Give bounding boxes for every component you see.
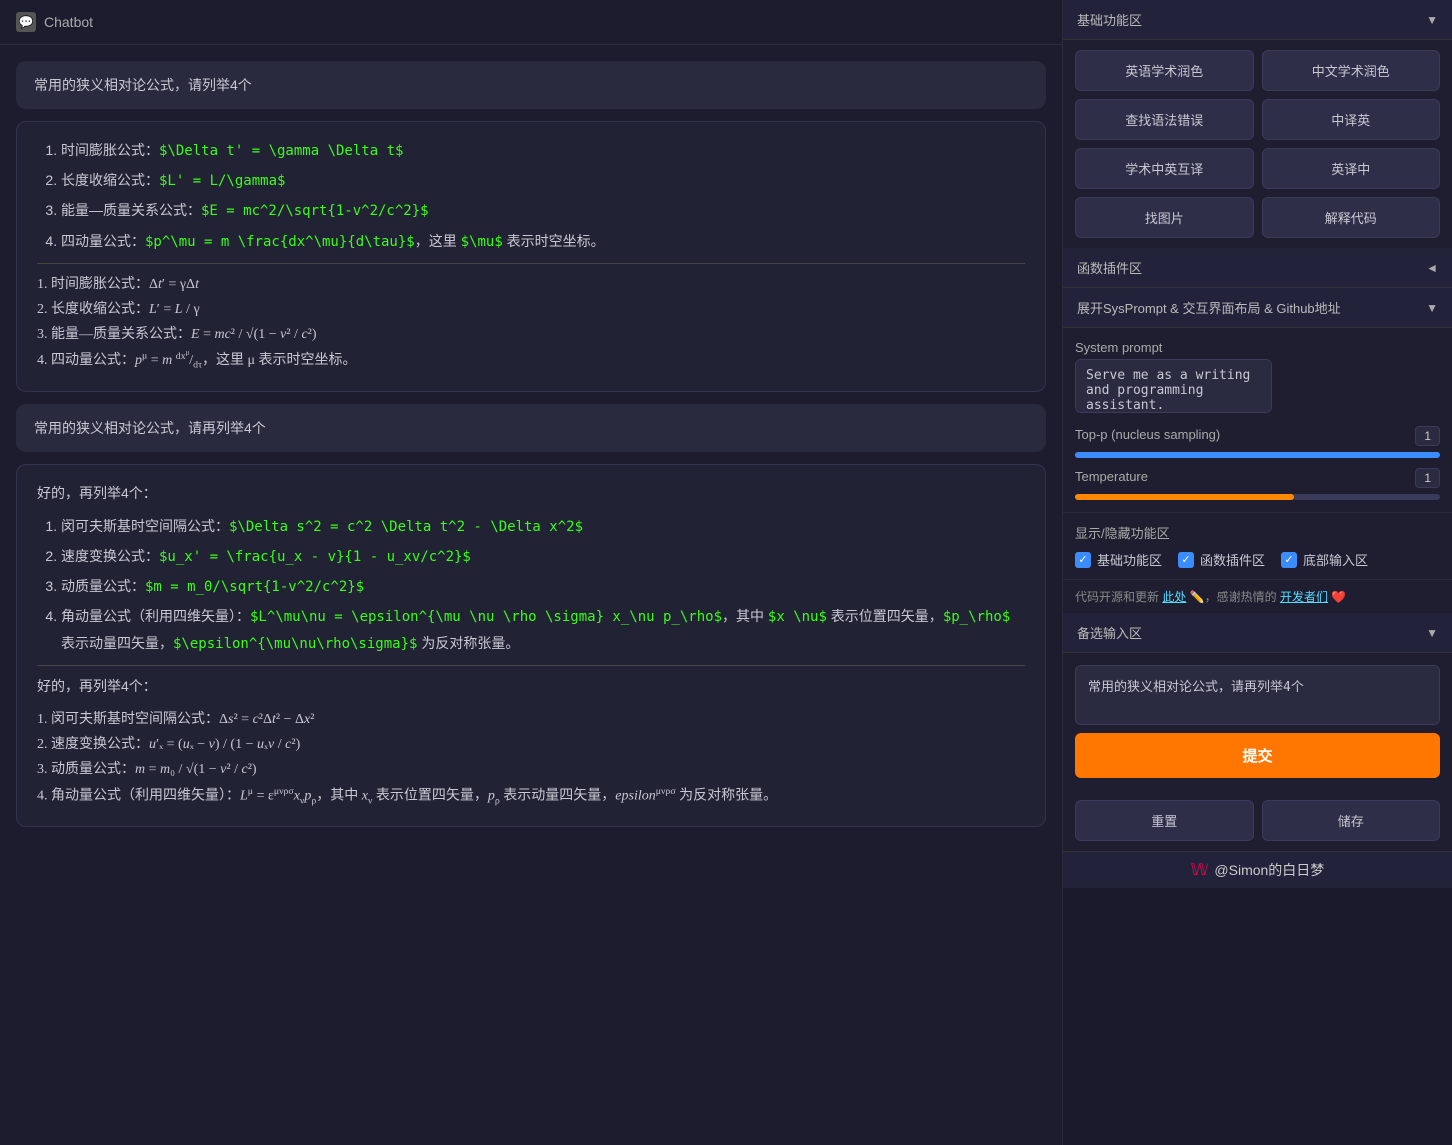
btn-academic-translate[interactable]: 学术中英互译 — [1075, 148, 1254, 189]
btn-en-to-cn[interactable]: 英译中 — [1262, 148, 1441, 189]
alt-input-title: 备选输入区 — [1077, 623, 1142, 642]
sysprompt-section-title: 展开SysPrompt & 交互界面布局 & Github地址 — [1077, 298, 1341, 317]
alt-input-chevron: ▼ — [1426, 626, 1438, 640]
system-prompt-label: System prompt — [1075, 340, 1440, 355]
checkbox-func-label: 函数插件区 — [1200, 550, 1265, 569]
temperature-fill — [1075, 494, 1294, 500]
basic-btn-row-4: 找图片 解释代码 — [1075, 197, 1440, 238]
assistant-message-2: 好的，再列举4个： 闵可夫斯基时空间隔公式：$\Delta s^2 = c^2 … — [16, 464, 1046, 827]
checkbox-basic-label: 基础功能区 — [1097, 550, 1162, 569]
visibility-section: 显示/隐藏功能区 ✓ 基础功能区 ✓ 函数插件区 ✓ 底部输入区 — [1063, 512, 1452, 579]
visibility-title: 显示/隐藏功能区 — [1075, 523, 1440, 542]
top-p-label: Top-p (nucleus sampling) — [1075, 427, 1220, 442]
watermark-text: @Simon的白日梦 — [1214, 860, 1324, 880]
basic-section-header[interactable]: 基础功能区 ▼ — [1063, 0, 1452, 40]
chat-header: 💬 Chatbot — [0, 0, 1062, 45]
func-section-chevron: ◄ — [1426, 261, 1438, 275]
btn-explain-code[interactable]: 解释代码 — [1262, 197, 1441, 238]
checkbox-basic-box: ✓ — [1075, 552, 1091, 568]
alt-input-header[interactable]: 备选输入区 ▼ — [1063, 613, 1452, 653]
developers-link[interactable]: 开发者们 — [1280, 590, 1328, 604]
btn-find-image[interactable]: 找图片 — [1075, 197, 1254, 238]
basic-section-title: 基础功能区 — [1077, 10, 1142, 29]
watermark-bar: 𝕎 @Simon的白日梦 — [1063, 851, 1452, 888]
sysprompt-section-chevron: ▼ — [1426, 301, 1438, 315]
checkbox-bottom-box: ✓ — [1281, 552, 1297, 568]
basic-btn-row-3: 学术中英互译 英译中 — [1075, 148, 1440, 189]
bottom-buttons: 重置 储存 — [1063, 790, 1452, 851]
user-message-2: 常用的狭义相对论公式，请再列举4个 — [16, 404, 1046, 452]
checkbox-row: ✓ 基础功能区 ✓ 函数插件区 ✓ 底部输入区 — [1075, 550, 1440, 569]
top-p-fill — [1075, 452, 1440, 458]
temperature-value: 1 — [1415, 468, 1440, 488]
sysprompt-content: System prompt Serve me as a writing and … — [1063, 328, 1452, 512]
source-row: 代码开源和更新 此处 ✏️，感谢热情的 开发者们 ❤️ — [1063, 579, 1452, 613]
temperature-label: Temperature — [1075, 469, 1148, 484]
checkbox-basic[interactable]: ✓ 基础功能区 — [1075, 550, 1162, 569]
right-panel: 基础功能区 ▼ 英语学术润色 中文学术润色 查找语法错误 中译英 学术中英互译 … — [1062, 0, 1452, 1145]
checkbox-func-box: ✓ — [1178, 552, 1194, 568]
source-link[interactable]: 此处 — [1162, 590, 1186, 604]
chatbot-title: Chatbot — [44, 14, 93, 30]
checkbox-func[interactable]: ✓ 函数插件区 — [1178, 550, 1265, 569]
btn-grammar-check[interactable]: 查找语法错误 — [1075, 99, 1254, 140]
func-section-header[interactable]: 函数插件区 ◄ — [1063, 248, 1452, 288]
user-message-1: 常用的狭义相对论公式，请列举4个 — [16, 61, 1046, 109]
chatbot-icon: 💬 — [16, 12, 36, 32]
top-p-value: 1 — [1415, 426, 1440, 446]
save-button[interactable]: 储存 — [1262, 800, 1441, 841]
reset-button[interactable]: 重置 — [1075, 800, 1254, 841]
btn-english-polish[interactable]: 英语学术润色 — [1075, 50, 1254, 91]
basic-section-content: 英语学术润色 中文学术润色 查找语法错误 中译英 学术中英互译 英译中 找图片 … — [1063, 40, 1452, 248]
submit-button[interactable]: 提交 — [1075, 733, 1440, 778]
chat-area: 常用的狭义相对论公式，请列举4个 时间膨胀公式：$\Delta t' = \ga… — [0, 45, 1062, 1145]
alt-input-content: 常用的狭义相对论公式，请再列举4个 提交 — [1063, 653, 1452, 790]
btn-cn-to-en[interactable]: 中译英 — [1262, 99, 1441, 140]
chat-panel: 💬 Chatbot 常用的狭义相对论公式，请列举4个 时间膨胀公式：$\Delt… — [0, 0, 1062, 1145]
basic-btn-row-1: 英语学术润色 中文学术润色 — [1075, 50, 1440, 91]
checkbox-bottom[interactable]: ✓ 底部输入区 — [1281, 550, 1368, 569]
basic-btn-row-2: 查找语法错误 中译英 — [1075, 99, 1440, 140]
temperature-row: Temperature 1 — [1075, 468, 1440, 500]
top-p-track[interactable] — [1075, 452, 1440, 458]
alt-input-field[interactable]: 常用的狭义相对论公式，请再列举4个 — [1075, 665, 1440, 725]
assistant-message-1: 时间膨胀公式：$\Delta t' = \gamma \Delta t$ 长度收… — [16, 121, 1046, 392]
temperature-track[interactable] — [1075, 494, 1440, 500]
top-p-row: Top-p (nucleus sampling) 1 — [1075, 426, 1440, 458]
checkbox-bottom-label: 底部输入区 — [1303, 550, 1368, 569]
btn-chinese-polish[interactable]: 中文学术润色 — [1262, 50, 1441, 91]
func-section-title: 函数插件区 — [1077, 258, 1142, 277]
sysprompt-section-header[interactable]: 展开SysPrompt & 交互界面布局 & Github地址 ▼ — [1063, 288, 1452, 328]
system-prompt-input[interactable]: Serve me as a writing and programming as… — [1075, 359, 1272, 413]
basic-section-chevron: ▼ — [1426, 13, 1438, 27]
weibo-icon: 𝕎 — [1191, 860, 1209, 880]
